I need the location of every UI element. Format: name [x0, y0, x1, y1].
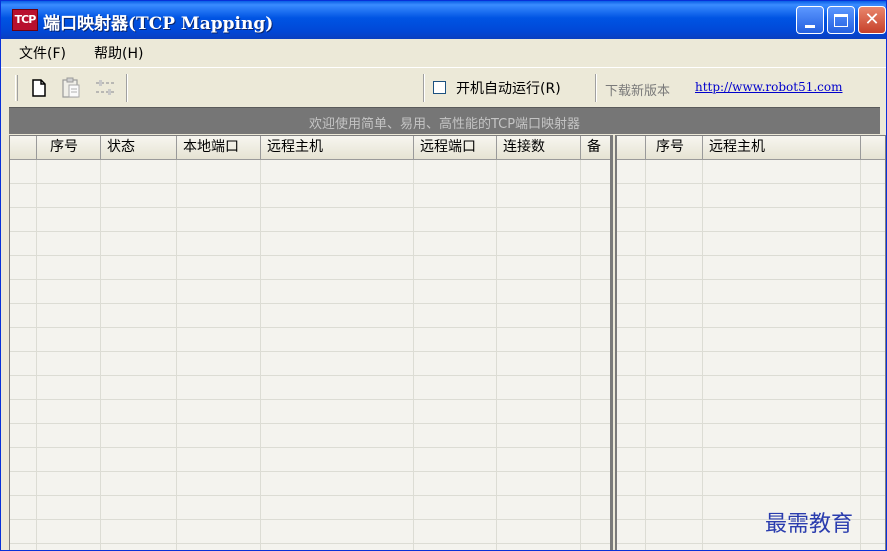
mapping-list[interactable]: 序号 状态 本地端口 远程主机 远程端口 连接数 备: [9, 135, 613, 550]
column-gridline: [645, 160, 646, 550]
minimize-icon: [805, 24, 815, 28]
menu-file[interactable]: 文件(F): [19, 43, 66, 63]
autorun-checkbox[interactable]: [433, 81, 446, 94]
download-link[interactable]: http://www.robot51.com: [695, 80, 843, 94]
column-gridline: [496, 160, 497, 550]
menu-bar: 文件(F) 帮助(H): [1, 39, 886, 67]
toolbar-separator: [595, 74, 597, 102]
column-header-index[interactable]: 序号: [37, 136, 101, 159]
column-gridline: [413, 160, 414, 550]
connection-list[interactable]: 序号 远程主机: [615, 135, 886, 550]
column-gridline: [176, 160, 177, 550]
column-header-status[interactable]: 状态: [101, 136, 177, 159]
close-icon: ✕: [864, 9, 880, 30]
toolbar-separator: [423, 74, 425, 102]
watermark: 最需教育: [765, 512, 854, 537]
column-header-index[interactable]: 序号: [646, 136, 703, 159]
column-header-extra[interactable]: [861, 136, 885, 159]
column-gridline: [260, 160, 261, 550]
paste-button[interactable]: [59, 75, 83, 101]
column-header-local-port[interactable]: 本地端口: [177, 136, 261, 159]
column-header-remote-host[interactable]: 远程主机: [261, 136, 414, 159]
column-header-remote-host[interactable]: 远程主机: [703, 136, 861, 159]
toolbar-separator: [126, 74, 128, 102]
new-button[interactable]: [27, 75, 51, 101]
app-icon: TCP: [12, 9, 38, 31]
close-button[interactable]: ✕: [858, 6, 886, 34]
minimize-button[interactable]: [796, 6, 824, 34]
toolbar: 开机自动运行(R) 下载新版本 http://www.robot51.com: [1, 67, 886, 107]
column-gridline: [100, 160, 101, 550]
column-gridline: [860, 160, 861, 550]
welcome-banner: 欢迎使用简单、易用、高性能的TCP端口映射器: [9, 107, 880, 134]
column-header-connections[interactable]: 连接数: [497, 136, 581, 159]
window-title: 端口映射器(TCP Mapping): [43, 14, 274, 34]
settings-sliders-icon: [96, 80, 114, 95]
column-header-blank[interactable]: [10, 136, 37, 159]
settings-button[interactable]: [93, 75, 117, 101]
download-label: 下载新版本: [605, 84, 671, 99]
menu-help[interactable]: 帮助(H): [94, 43, 143, 63]
new-document-icon: [32, 79, 46, 97]
column-gridline: [36, 160, 37, 550]
column-header-note[interactable]: 备: [581, 136, 610, 159]
maximize-button[interactable]: [827, 6, 855, 34]
autorun-label[interactable]: 开机自动运行(R): [456, 78, 561, 98]
maximize-icon: [834, 13, 848, 27]
title-bar[interactable]: TCP 端口映射器(TCP Mapping) ✕: [1, 1, 886, 39]
column-gridline: [580, 160, 581, 550]
column-gridline: [702, 160, 703, 550]
mapping-list-header: 序号 状态 本地端口 远程主机 远程端口 连接数 备: [10, 136, 610, 160]
column-header-remote-port[interactable]: 远程端口: [414, 136, 497, 159]
connection-list-header: 序号 远程主机: [617, 136, 885, 160]
column-header-blank[interactable]: [617, 136, 646, 159]
banner-text: 欢迎使用简单、易用、高性能的TCP端口映射器: [308, 117, 581, 132]
toolbar-grip[interactable]: [15, 75, 18, 101]
clipboard-icon: [62, 77, 80, 98]
app-window: TCP 端口映射器(TCP Mapping) ✕ 文件(F) 帮助(H) 开机自…: [0, 0, 887, 551]
